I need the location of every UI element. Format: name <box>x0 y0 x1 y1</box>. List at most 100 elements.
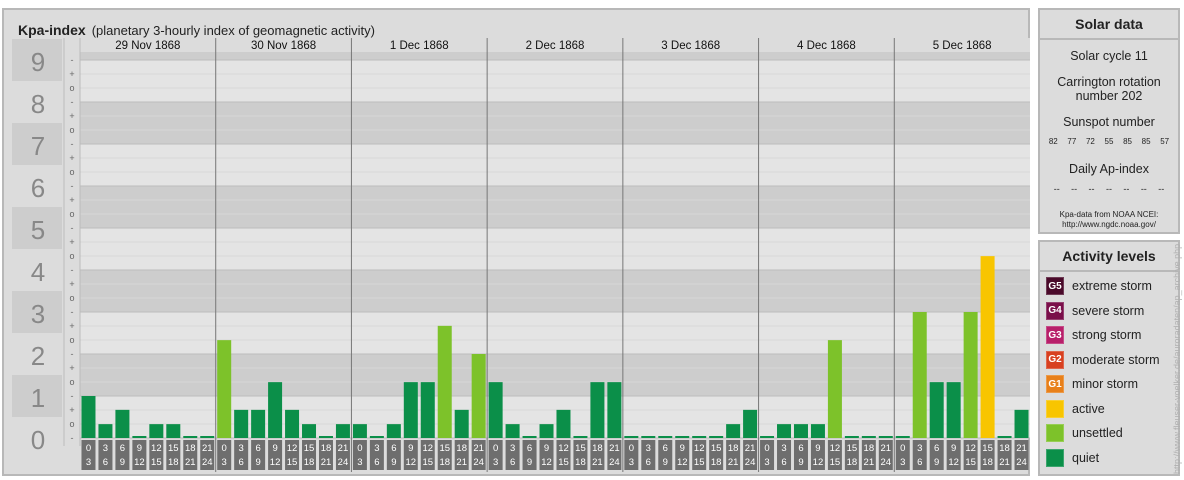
interval-end-label: 24 <box>202 457 213 468</box>
interval-end-label: 6 <box>917 457 922 468</box>
kp-bar <box>624 436 639 438</box>
interval-start-label: 6 <box>255 443 260 454</box>
legend-item: quiet <box>1046 448 1099 468</box>
y-tick-label: 5 <box>31 215 45 245</box>
carrington-rotation: Carrington rotation number 202 <box>1057 75 1161 103</box>
interval-start-label: 3 <box>239 443 244 454</box>
activity-levels-heading: Activity levels <box>1040 242 1178 272</box>
kp-bar <box>268 382 283 438</box>
interval-start-label: 3 <box>781 443 786 454</box>
y-tick-label: 8 <box>31 89 45 119</box>
interval-end-label: 3 <box>900 457 905 468</box>
interval-start-label: 21 <box>745 443 756 454</box>
interval-start-label: 3 <box>646 443 651 454</box>
kp-bar <box>1014 409 1029 438</box>
ap-index-label: Daily Ap-index <box>1069 162 1149 176</box>
legend-swatch: G2 <box>1046 350 1064 369</box>
kp-bar <box>403 382 418 438</box>
kp-bar <box>420 382 435 438</box>
interval-end-label: 12 <box>813 457 824 468</box>
interval-end-label: 18 <box>711 457 722 468</box>
y-minor-label: - <box>71 139 74 149</box>
interval-start-label: 9 <box>951 443 956 454</box>
y-minor-label: - <box>71 265 74 275</box>
interval-start-label: 0 <box>86 443 91 454</box>
solar-data-panel: Solar data Solar cycle 11 Carrington rot… <box>1038 8 1180 234</box>
y-band <box>80 186 1030 228</box>
interval-start-label: 3 <box>917 443 922 454</box>
interval-end-label: 21 <box>321 457 332 468</box>
legend-label: severe storm <box>1072 303 1145 318</box>
y-minor-label: - <box>71 181 74 191</box>
interval-end-label: 15 <box>694 457 705 468</box>
day-label: 5 Dec 1868 <box>933 40 992 52</box>
credit-line-2: http://www.ngdc.noaa.gov/ <box>1062 220 1156 229</box>
legend-item: active <box>1046 399 1105 419</box>
interval-start-label: 18 <box>456 443 467 454</box>
y-minor-label: - <box>71 307 74 317</box>
interval-start-label: 21 <box>881 443 892 454</box>
kp-bar <box>573 436 588 438</box>
y-minor-label: + <box>69 405 74 415</box>
interval-start-label: 21 <box>473 443 484 454</box>
interval-end-label: 3 <box>222 457 227 468</box>
interval-start-label: 0 <box>357 443 362 454</box>
y-minor-label: + <box>69 363 74 373</box>
legend-swatch: G1 <box>1046 375 1064 393</box>
interval-end-label: 9 <box>934 457 939 468</box>
kp-bar <box>793 424 808 438</box>
sunspot-value: 85 <box>1123 137 1132 146</box>
data-credit: Kpa-data from NOAA NCEI: http://www.ngdc… <box>1040 210 1178 230</box>
interval-end-label: 6 <box>374 457 379 468</box>
interval-start-label: 9 <box>815 443 820 454</box>
kp-bar <box>946 382 961 438</box>
interval-start-label: 9 <box>272 443 277 454</box>
y-tick-label: 1 <box>31 383 45 413</box>
legend-swatch <box>1046 448 1064 467</box>
interval-start-label: 6 <box>798 443 803 454</box>
y-minor-label: o <box>69 419 74 429</box>
kp-bar <box>149 424 164 438</box>
interval-start-label: 6 <box>663 443 668 454</box>
kp-bar <box>335 424 350 438</box>
y-minor-label: + <box>69 69 74 79</box>
kp-bar <box>895 436 910 438</box>
y-minor-label: + <box>69 237 74 247</box>
kp-bar <box>878 436 893 438</box>
kp-bar <box>827 340 842 438</box>
kp-bar <box>658 436 673 438</box>
kp-bar <box>437 325 452 438</box>
kp-bar <box>166 424 181 438</box>
legend-swatch: G3 <box>1046 326 1064 344</box>
interval-end-label: 18 <box>575 457 586 468</box>
interval-start-label: 15 <box>711 443 722 454</box>
ap-index-value: -- <box>1105 184 1112 194</box>
y-minor-label: o <box>69 251 74 261</box>
kp-bar <box>369 436 384 438</box>
solar-cycle: Solar cycle 11 <box>1070 49 1148 63</box>
sunspot-values: 82 77 72 55 85 85 57 <box>1044 137 1174 146</box>
y-minor-label: + <box>69 111 74 121</box>
y-tick-label: 0 <box>31 425 45 455</box>
y-minor-label: - <box>71 223 74 233</box>
interval-end-label: 24 <box>473 457 484 468</box>
interval-start-label: 6 <box>391 443 396 454</box>
ap-index-value: -- <box>1071 184 1078 194</box>
day-label: 4 Dec 1868 <box>797 40 856 52</box>
interval-end-label: 21 <box>728 457 739 468</box>
interval-end-label: 6 <box>781 457 786 468</box>
kp-bar <box>929 382 944 438</box>
interval-end-label: 24 <box>745 457 756 468</box>
y-minor-label: + <box>69 153 74 163</box>
legend-item: G3 strong storm <box>1046 325 1141 345</box>
interval-start-label: 15 <box>304 443 315 454</box>
ap-index-values: -- -- -- -- -- -- -- <box>1048 184 1170 194</box>
kp-bar <box>522 436 537 438</box>
day-label: 3 Dec 1868 <box>661 40 720 52</box>
y-minor-label: o <box>69 167 74 177</box>
kp-bar <box>844 436 859 438</box>
legend-label: unsettled <box>1072 426 1123 440</box>
y-minor-label: o <box>69 377 74 387</box>
kp-bar <box>861 436 876 438</box>
interval-end-label: 21 <box>592 457 603 468</box>
